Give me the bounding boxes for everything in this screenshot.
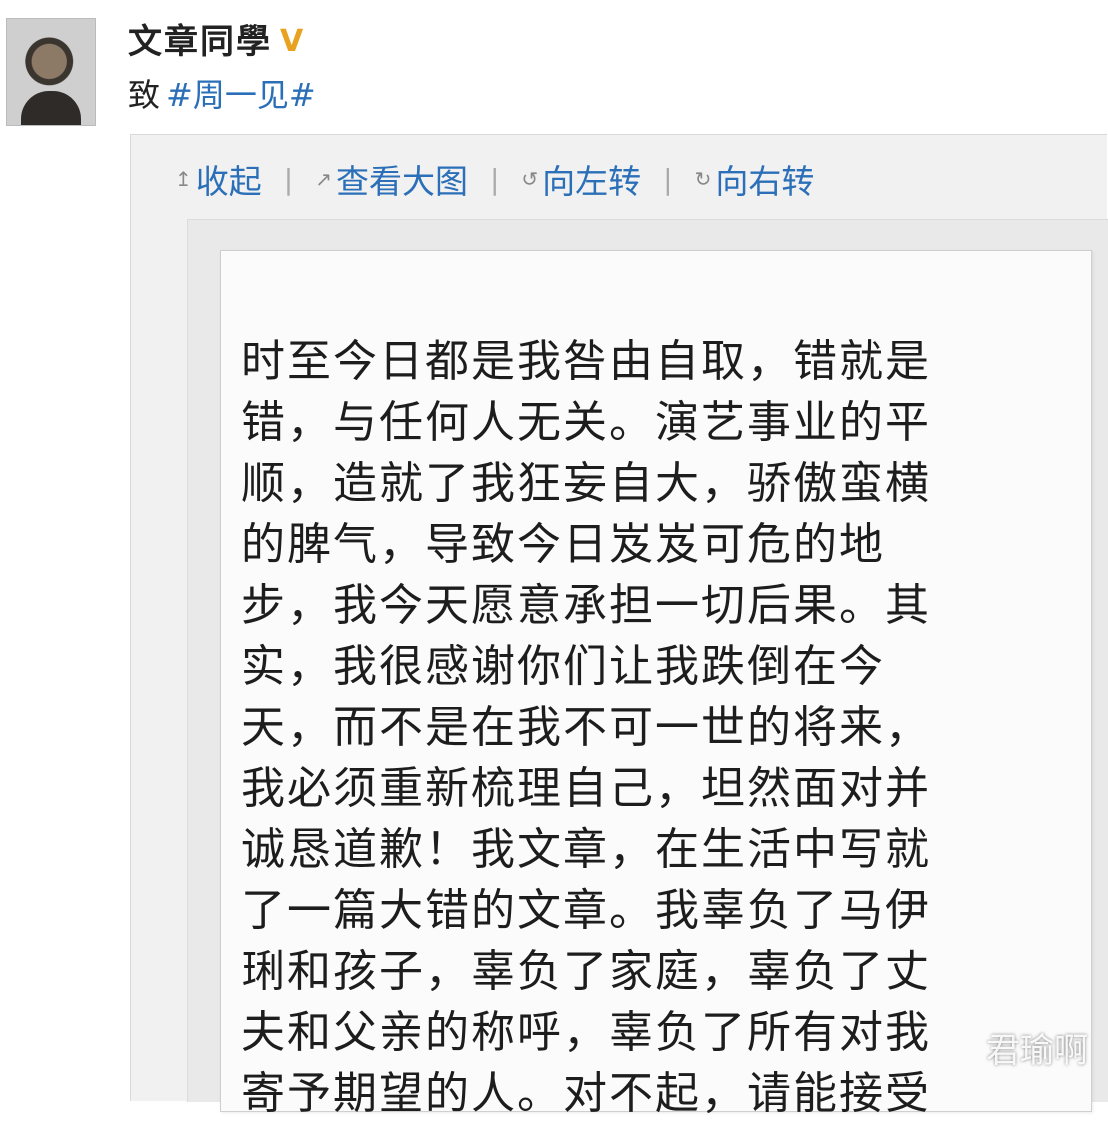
rotate-left-label[interactable]: 向左转 bbox=[542, 155, 641, 203]
note-line: 夫和父亲的称呼，辜负了所有对我 bbox=[241, 1007, 931, 1058]
note-line: 错，与任何人无关。演艺事业的平 bbox=[241, 397, 931, 448]
note-line: 我必须重新梳理自己，坦然面对并 bbox=[241, 763, 931, 814]
note-line: 时至今日都是我咎由自取，错就是 bbox=[241, 336, 931, 387]
image-toolbar: ↥ 收起 | ↗ 查看大图 | ↺ 向左转 | ↻ 向右转 bbox=[175, 157, 814, 201]
note-text: 时至今日都是我咎由自取，错就是 错，与任何人无关。演艺事业的平 顺，造就了我狂妄… bbox=[241, 331, 1041, 1124]
verified-badge-icon: V bbox=[280, 24, 306, 59]
view-large-label[interactable]: 查看大图 bbox=[336, 155, 468, 203]
note-line: 天，而不是在我不可一世的将来， bbox=[241, 702, 931, 753]
post-text: 致 #周一见# bbox=[128, 70, 316, 116]
external-link-icon: ↗ bbox=[315, 167, 332, 191]
note-line: 的脾气，导致今日岌岌可危的地 bbox=[241, 519, 885, 570]
collapse-button[interactable]: ↥ 收起 bbox=[175, 155, 262, 203]
view-large-button[interactable]: ↗ 查看大图 bbox=[315, 155, 468, 203]
toolbar-separator: | bbox=[663, 162, 673, 196]
note-line: 了一篇大错的文章。我辜负了马伊 bbox=[241, 885, 931, 936]
image-frame[interactable]: 时至今日都是我咎由自取，错就是 错，与任何人无关。演艺事业的平 顺，造就了我狂妄… bbox=[187, 219, 1108, 1119]
user-name[interactable]: 文章同學 V bbox=[128, 14, 305, 63]
user-name-text[interactable]: 文章同學 bbox=[128, 22, 272, 62]
note-line: 琍和孩子，辜负了家庭，辜负了丈 bbox=[241, 946, 931, 997]
avatar-figure bbox=[21, 91, 81, 125]
post-prefix: 致 bbox=[128, 76, 161, 114]
note-line: 寄予期望的人。对不起，请能接受 bbox=[241, 1068, 931, 1119]
watermark: 君瑜啊 bbox=[986, 1031, 1088, 1071]
rotate-right-button[interactable]: ↻ 向右转 bbox=[695, 155, 815, 203]
note-line: 顺，造就了我狂妄自大，骄傲蛮横 bbox=[241, 458, 931, 509]
note-line: 诚恳道歉！我文章，在生活中写就 bbox=[241, 824, 931, 875]
collapse-label[interactable]: 收起 bbox=[196, 155, 262, 203]
rotate-left-icon: ↺ bbox=[521, 167, 539, 191]
note-line: 步，我今天愿意承担一切后果。其 bbox=[241, 580, 931, 631]
rotate-left-button[interactable]: ↺ 向左转 bbox=[521, 155, 641, 203]
rotate-right-label[interactable]: 向右转 bbox=[715, 155, 814, 203]
user-avatar[interactable] bbox=[6, 18, 96, 126]
arrow-up-icon: ↥ bbox=[175, 167, 192, 191]
rotate-right-icon: ↻ bbox=[694, 167, 712, 191]
toolbar-separator: | bbox=[489, 162, 500, 196]
note-line: 实，我很感谢你们让我跌倒在今 bbox=[241, 641, 885, 692]
topic-link[interactable]: #周一见# bbox=[166, 76, 316, 114]
media-panel: ↥ 收起 | ↗ 查看大图 | ↺ 向左转 | ↻ 向右转 时至今日都是我咎由自… bbox=[130, 134, 1108, 1119]
note-image[interactable]: 时至今日都是我咎由自取，错就是 错，与任何人无关。演艺事业的平 顺，造就了我狂妄… bbox=[220, 250, 1092, 1119]
toolbar-separator: | bbox=[283, 162, 294, 196]
